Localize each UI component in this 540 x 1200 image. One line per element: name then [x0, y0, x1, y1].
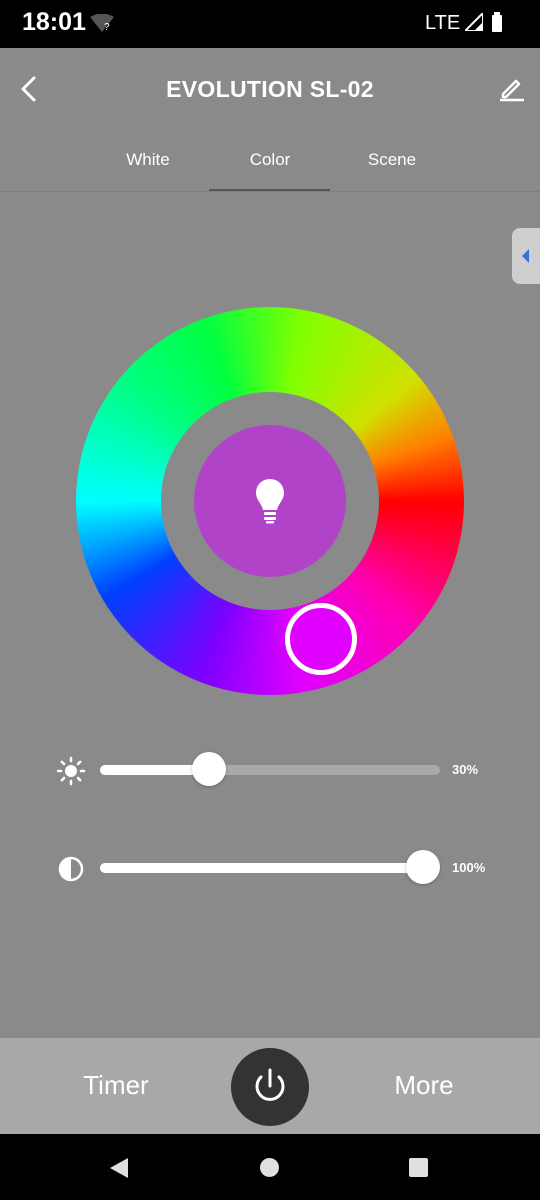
page-title: EVOLUTION SL-02 [166, 76, 374, 102]
saturation-slider-thumb[interactable] [406, 850, 440, 884]
brightness-slider-row: 30% [0, 750, 540, 790]
tabs-divider [0, 191, 540, 192]
color-preview[interactable] [194, 425, 346, 577]
nav-back-icon[interactable] [108, 1156, 130, 1180]
bottom-bar: Timer More [0, 1038, 540, 1134]
mode-tabs: White Color Scene [0, 130, 540, 192]
brightness-slider-thumb[interactable] [191, 752, 226, 786]
nav-home-icon[interactable] [260, 1158, 279, 1177]
side-drawer-handle[interactable] [512, 228, 540, 284]
network-type: LTE [425, 12, 461, 34]
saturation-slider-fill [100, 863, 423, 873]
saturation-slider[interactable] [100, 850, 440, 884]
lightbulb-icon [256, 479, 284, 524]
svg-text:?: ? [104, 22, 110, 32]
status-time: 18:01 [22, 8, 86, 36]
tab-selected-indicator [209, 189, 330, 191]
nav-recents-icon[interactable] [409, 1158, 428, 1177]
brightness-value: 30% [452, 762, 479, 777]
color-picker-handle[interactable] [285, 603, 357, 675]
signal-icon [462, 10, 484, 36]
system-nav-bar [0, 1134, 540, 1200]
color-wheel-container [76, 307, 464, 695]
tab-color[interactable]: Color [210, 150, 330, 170]
tab-white[interactable]: White [88, 150, 208, 170]
app-header: EVOLUTION SL-02 [0, 48, 540, 130]
power-icon [255, 1068, 285, 1101]
status-bar: 18:01 ? LTE [0, 0, 540, 48]
chevron-left-small-icon [522, 249, 529, 263]
pencil-icon [500, 79, 524, 102]
timer-button[interactable]: Timer [60, 1070, 172, 1101]
power-button[interactable] [231, 1048, 309, 1126]
edit-button[interactable] [498, 74, 526, 102]
saturation-value: 100% [452, 860, 486, 875]
tab-scene[interactable]: Scene [332, 150, 452, 170]
more-button[interactable]: More [368, 1070, 480, 1101]
brightness-slider[interactable] [100, 752, 440, 786]
sun-icon [56, 756, 86, 791]
contrast-icon [56, 854, 86, 889]
saturation-slider-row: 100% [0, 848, 540, 888]
wifi-question-icon: ? [90, 13, 114, 37]
battery-icon [491, 12, 503, 37]
